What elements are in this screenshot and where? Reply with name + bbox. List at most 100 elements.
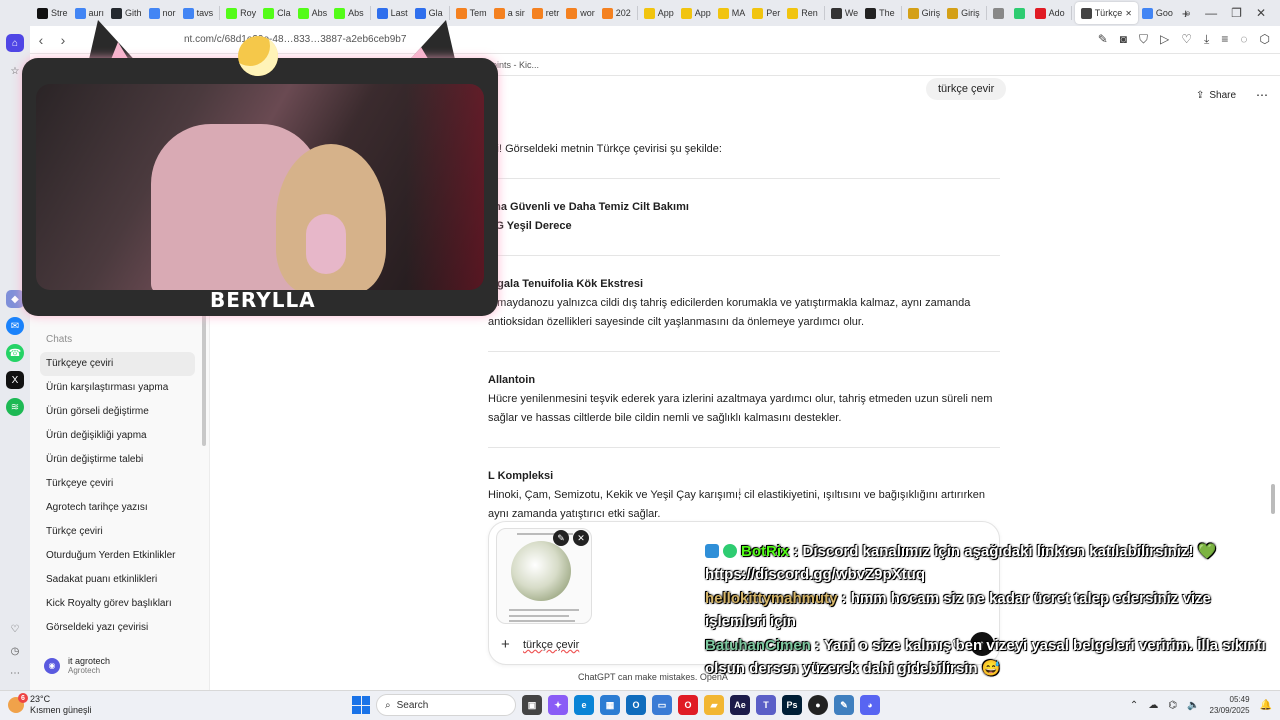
pen-app-icon[interactable]: ✎ — [834, 695, 854, 715]
chat-item[interactable]: Ürün görseli değiştirme — [40, 400, 195, 424]
close-tab-icon[interactable]: ✕ — [1125, 9, 1132, 18]
composer-input[interactable]: türkçe çevir — [523, 639, 579, 651]
x-icon[interactable]: X — [6, 371, 24, 389]
chat-item[interactable]: Oturduğum Yerden Etkinlikler — [40, 544, 195, 568]
browser-tab[interactable]: We — [828, 2, 861, 24]
verified-badge-icon — [723, 544, 737, 558]
maximize-icon[interactable]: ❐ — [1231, 6, 1242, 20]
monitor-icon[interactable]: ▭ — [652, 695, 672, 715]
chevron-up-icon[interactable]: ⌃ — [1130, 700, 1138, 711]
browser-tab[interactable]: 202 — [599, 2, 634, 24]
search-tabs-icon[interactable]: ⌕ — [1184, 6, 1191, 21]
play-icon[interactable]: ▷ — [1160, 32, 1169, 47]
volume-icon[interactable]: 🔈 — [1187, 700, 1199, 711]
browser-tab[interactable] — [1011, 2, 1031, 24]
browser-tab[interactable]: App — [641, 2, 677, 24]
cloud-icon[interactable]: ☁ — [1148, 700, 1158, 711]
user-profile[interactable]: ◉ it agrotech Agrotech — [44, 656, 110, 675]
browser-tab[interactable]: Per — [749, 2, 783, 24]
heart-icon[interactable]: ♡ — [1181, 32, 1192, 47]
chat-item[interactable]: Görseldeki yazı çevirisi — [40, 616, 195, 640]
remove-image-icon[interactable]: ✕ — [573, 530, 589, 546]
browser-tab[interactable]: Giriş — [944, 2, 983, 24]
chat-item[interactable]: Ürün değişikliği yapma — [40, 424, 195, 448]
chat-message: BotRix: Discord kanalımız için aşağıdaki… — [705, 540, 1275, 586]
shield-icon[interactable]: ⛉ — [1139, 32, 1148, 47]
close-icon[interactable]: ✕ — [1256, 6, 1266, 20]
tab-separator — [448, 6, 450, 20]
start-button[interactable] — [352, 696, 370, 714]
search-icon: ⌕ — [385, 699, 391, 711]
whatsapp-icon[interactable]: ☎ — [6, 344, 24, 362]
history-icon[interactable]: ◷ — [6, 642, 24, 660]
chat-item[interactable]: Agrotech tarihçe yazısı — [40, 496, 195, 520]
store-icon[interactable]: ▦ — [600, 695, 620, 715]
profile-icon[interactable]: ◌ — [1240, 32, 1247, 47]
chat-item[interactable]: Ürün değiştirme talebi — [40, 448, 195, 472]
copilot-icon[interactable]: ✦ — [548, 695, 568, 715]
spotify-icon[interactable]: ≋ — [6, 398, 24, 416]
opera-taskbar-icon[interactable]: O — [678, 695, 698, 715]
browser-tab[interactable]: Türkçe ✕ — [1074, 2, 1138, 24]
chat-item[interactable]: Türkçeye çeviri — [40, 472, 195, 496]
outlook-icon[interactable]: O — [626, 695, 646, 715]
taskbar-search[interactable]: ⌕ Search — [376, 694, 516, 716]
taskbar: 6 23°C Kısmen güneşli ⌕ Search ▣ ✦ e ▦ O … — [0, 690, 1280, 720]
network-icon[interactable]: ⌬ — [1168, 700, 1177, 711]
photoshop-icon[interactable]: Ps — [782, 695, 802, 715]
browser-tab[interactable]: MA — [715, 2, 749, 24]
discord-icon[interactable]: ◕ — [860, 695, 880, 715]
bot-badge-icon — [705, 544, 719, 558]
tab-favicon-icon — [1034, 7, 1046, 19]
edit-image-icon[interactable]: ✎ — [553, 530, 569, 546]
share-button[interactable]: ⇪ Share — [1196, 90, 1236, 101]
file-explorer-icon[interactable]: ▰ — [704, 695, 724, 715]
edge-icon[interactable]: e — [574, 695, 594, 715]
browser-tab[interactable]: Giriş — [905, 2, 944, 24]
weather-widget[interactable]: 6 23°C Kısmen güneşli — [8, 693, 92, 716]
tab-label: Abs — [348, 8, 364, 18]
browser-tab[interactable]: retr — [529, 2, 563, 24]
more-options-icon[interactable]: ⋯ — [1256, 88, 1268, 102]
tab-label: Ado — [1048, 8, 1065, 18]
browser-tab[interactable] — [990, 2, 1010, 24]
browser-tab[interactable]: Goo — [1139, 2, 1176, 24]
messenger-icon[interactable]: ✉ — [6, 317, 24, 335]
scroll-down-icon[interactable]: ↓ — [737, 484, 743, 498]
edit-icon[interactable]: ✎ — [1098, 32, 1108, 47]
tab-favicon-icon — [947, 7, 959, 19]
tab-label: Per — [766, 8, 781, 18]
add-attachment-icon[interactable]: + — [501, 636, 510, 653]
tab-favicon-icon — [531, 7, 543, 19]
tab-favicon-icon — [182, 7, 194, 19]
download-icon[interactable]: ⤓ — [1204, 32, 1209, 47]
browser-tab[interactable]: The — [862, 2, 898, 24]
tab-separator — [369, 6, 371, 20]
browser-tab[interactable]: wor — [563, 2, 598, 24]
notification-icon[interactable]: 🔔 — [1260, 700, 1272, 711]
minimize-icon[interactable]: — — [1205, 6, 1217, 20]
page-scrollbar[interactable] — [1271, 484, 1275, 514]
obs-icon[interactable]: ● — [808, 695, 828, 715]
camera-icon[interactable]: ◙ — [1120, 32, 1127, 47]
browser-tab[interactable]: App — [678, 2, 714, 24]
tab-label: Cla — [277, 8, 291, 18]
heart-icon[interactable]: ♡ — [6, 620, 24, 638]
chat-item[interactable]: Ürün karşılaştırması yapma — [40, 376, 195, 400]
more-dots-icon[interactable]: ⋯ — [6, 664, 24, 682]
menu-icon[interactable]: ≡ — [1221, 32, 1228, 47]
after-effects-icon[interactable]: Ae — [730, 695, 750, 715]
chat-item[interactable]: Kick Royalty görev başlıkları — [40, 592, 195, 616]
task-view-icon[interactable]: ▣ — [522, 695, 542, 715]
chat-item[interactable]: Sadakat puanı etkinlikleri — [40, 568, 195, 592]
browser-tab[interactable]: Ren — [784, 2, 821, 24]
teams-icon[interactable]: T — [756, 695, 776, 715]
tab-label: Abs — [311, 8, 328, 18]
chat-item[interactable]: Türkçe çeviri — [40, 520, 195, 544]
extensions-icon[interactable]: ⬡ — [1260, 32, 1270, 47]
chat-item[interactable]: Türkçeye çeviri — [40, 352, 195, 376]
section-title: Allantoin — [488, 374, 536, 386]
clock[interactable]: 05:49 23/09/2025 — [1210, 694, 1250, 716]
tab-favicon-icon — [376, 7, 388, 19]
browser-tab[interactable]: Ado — [1032, 2, 1068, 24]
